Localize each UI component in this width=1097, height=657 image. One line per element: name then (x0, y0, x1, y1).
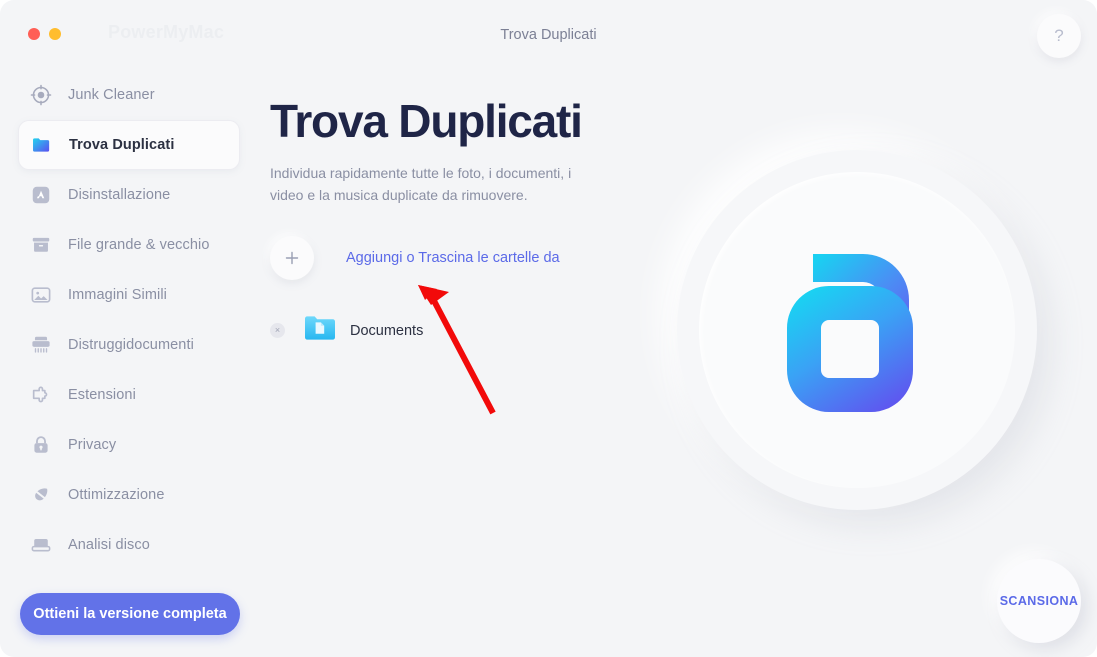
remove-folder-button[interactable]: × (270, 323, 285, 338)
help-button[interactable]: ? (1037, 14, 1081, 58)
shredder-icon (30, 334, 52, 356)
sidebar-item-privacy[interactable]: Privacy (18, 420, 240, 470)
add-or-drag-folders-link[interactable]: Aggiungi o Trascina le cartelle da (346, 250, 560, 266)
hard-drive-icon (30, 534, 52, 556)
sidebar-item-label: Privacy (68, 437, 117, 453)
sidebar-item-label: Immagini Simili (68, 287, 167, 303)
sidebar: Junk Cleaner Trova Duplicati Disinstalla… (0, 66, 262, 657)
main-content: Trova Duplicati Individua rapidamente tu… (262, 66, 1097, 657)
scan-button[interactable]: SCANSIONA (997, 559, 1081, 643)
page-title: Trova Duplicati (270, 95, 583, 147)
target-icon (30, 84, 52, 106)
sidebar-item-distruggidocumenti[interactable]: Distruggidocumenti (18, 320, 240, 370)
sidebar-item-ottimizzazione[interactable]: Ottimizzazione (18, 470, 240, 520)
sidebar-item-label: Analisi disco (68, 537, 150, 553)
sidebar-item-label: Trova Duplicati (69, 137, 175, 153)
app-store-icon (30, 184, 52, 206)
sidebar-item-analisi-disco[interactable]: Analisi disco (18, 520, 240, 570)
question-mark-icon: ? (1054, 26, 1064, 45)
archive-box-icon (30, 234, 52, 256)
sidebar-item-label: Estensioni (68, 387, 136, 403)
sidebar-item-disinstallazione[interactable]: Disinstallazione (18, 170, 240, 220)
folder-list-item: × Documents (270, 314, 423, 347)
window-title: Trova Duplicati (500, 27, 597, 43)
blue-folder-icon (304, 314, 336, 347)
image-icon (30, 284, 52, 306)
sidebar-item-junk-cleaner[interactable]: Junk Cleaner (18, 70, 240, 120)
sidebar-item-file-grande-vecchio[interactable]: File grande & vecchio (18, 220, 240, 270)
scan-button-label: SCANSIONA (999, 594, 1079, 608)
page-subtitle: Individua rapidamente tutte le foto, i d… (270, 165, 572, 203)
plus-icon (282, 248, 302, 268)
sidebar-item-label: File grande & vecchio (68, 237, 210, 253)
add-folder-row: Aggiungi o Trascina le cartelle da (270, 236, 560, 280)
upgrade-button[interactable]: Ottieni la versione completa (20, 593, 240, 635)
sidebar-item-label: Disinstallazione (68, 187, 171, 203)
add-folder-button[interactable] (270, 236, 314, 280)
app-window: PowerMyMac Trova Duplicati ? Junk Cleane… (0, 0, 1097, 657)
sidebar-item-immagini-simili[interactable]: Immagini Simili (18, 270, 240, 320)
folder-icon (31, 134, 53, 156)
sidebar-item-label: Ottimizzazione (68, 487, 165, 503)
sidebar-item-estensioni[interactable]: Estensioni (18, 370, 240, 420)
hero-illustration (677, 150, 1037, 510)
title-bar: PowerMyMac Trova Duplicati ? (0, 0, 1097, 66)
lock-icon (30, 434, 52, 456)
sidebar-item-label: Junk Cleaner (68, 87, 155, 103)
sidebar-item-label: Distruggidocumenti (68, 337, 194, 353)
sidebar-item-trova-duplicati[interactable]: Trova Duplicati (18, 120, 240, 170)
rocket-icon (30, 484, 52, 506)
folder-name-label: Documents (350, 322, 424, 339)
puzzle-icon (30, 384, 52, 406)
duplicate-squares-logo (757, 232, 957, 432)
